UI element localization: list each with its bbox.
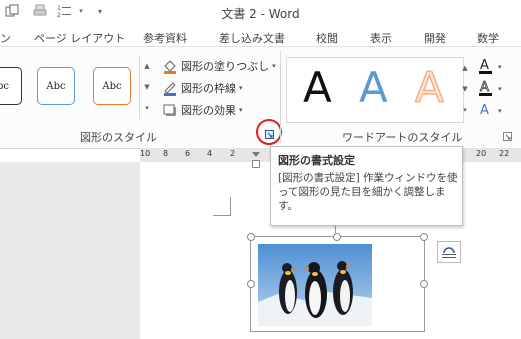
- ruler-number: 8: [163, 149, 169, 158]
- layout-options-button[interactable]: [437, 241, 461, 263]
- shape-effects-label: 図形の効果: [181, 104, 236, 117]
- ruler-number: 20: [476, 149, 487, 158]
- chevron-down-icon: ▾: [272, 62, 276, 70]
- tab-view[interactable]: 表示: [370, 30, 392, 46]
- indent-marker-icon[interactable]: [252, 152, 260, 157]
- dialog-launcher-icon[interactable]: [503, 131, 512, 141]
- svg-text:▾: ▾: [498, 63, 502, 71]
- ribbon-tabs: ン ページ レイアウト 参考資料 差し込み文書 校閲 表示 開発 数学: [0, 24, 521, 48]
- chevron-down-icon: ▾: [239, 106, 243, 114]
- wordart-letter: A: [303, 63, 332, 112]
- tab-insert[interactable]: ン: [0, 30, 11, 46]
- gallery-down-icon[interactable]: ▼: [140, 76, 154, 97]
- resize-handle[interactable]: [247, 233, 255, 241]
- wordart-styles-group-label: ワードアートのスタイル: [342, 131, 463, 144]
- pencil-icon: [162, 80, 178, 96]
- resize-handle[interactable]: [420, 280, 428, 288]
- text-outline-button[interactable]: A ▾: [478, 79, 518, 97]
- tooltip-body: [図形の書式設定] 作業ウィンドウを使って図形の見た目を細かく調整します。: [278, 172, 458, 212]
- svg-text:▾: ▾: [498, 107, 502, 115]
- shape-style-blue[interactable]: Abc: [37, 67, 75, 105]
- ribbon: bc Abc Abc ▲ ▼ ▾ 図形の塗りつぶし ▾ 図形の枠線 ▾ 図形の効…: [0, 46, 521, 149]
- gallery-down-icon[interactable]: ▼: [459, 78, 471, 99]
- resize-handle[interactable]: [247, 280, 255, 288]
- shape-style-orange[interactable]: Abc: [93, 67, 131, 105]
- tooltip-title: 図形の書式設定: [278, 154, 355, 167]
- resize-handle[interactable]: [333, 233, 341, 241]
- paint-bucket-icon: [162, 58, 178, 74]
- gallery-up-icon[interactable]: ▲: [459, 57, 471, 78]
- shape-fill-button[interactable]: 図形の塗りつぶし ▾: [162, 57, 276, 75]
- resize-handle[interactable]: [420, 233, 428, 241]
- margin-corner-mark: [213, 197, 231, 216]
- svg-text:▾: ▾: [498, 85, 502, 93]
- tab-review[interactable]: 校閲: [316, 30, 338, 46]
- wordart-gallery-scroll: ▲ ▼ ▾: [459, 57, 471, 121]
- tooltip: 図形の書式設定 [図形の書式設定] 作業ウィンドウを使って図形の見た目を細かく調…: [270, 146, 463, 226]
- ruler-number: 22: [499, 149, 510, 158]
- penguins-photo: [258, 244, 372, 326]
- tab-math[interactable]: 数学: [477, 30, 499, 46]
- dialog-launcher-icon[interactable]: [265, 129, 274, 139]
- hanging-indent-icon[interactable]: [252, 160, 260, 168]
- wordart-letter: A: [359, 63, 388, 112]
- ruler-number: 4: [207, 149, 213, 158]
- shape-styles-group-label: 図形のスタイル: [80, 131, 157, 144]
- text-fill-button[interactable]: A ▾: [478, 57, 518, 75]
- wordart-gallery: A A A: [286, 57, 464, 123]
- text-effects-icon: A ▾: [480, 103, 502, 118]
- tab-developer[interactable]: 開発: [424, 30, 446, 46]
- shape-style-label: bc: [0, 80, 9, 92]
- text-fill-icon: A ▾: [479, 58, 502, 74]
- chevron-down-icon: ▾: [239, 84, 243, 92]
- wordart-letter: A: [414, 62, 444, 113]
- wordart-style-orange[interactable]: A: [414, 60, 444, 116]
- shape-style-label: Abc: [46, 80, 66, 92]
- shape-effects-button[interactable]: 図形の効果 ▾: [162, 101, 243, 119]
- svg-text:A: A: [480, 80, 489, 95]
- ruler-number: 2: [230, 149, 236, 158]
- shape-style-dark[interactable]: bc: [0, 67, 22, 105]
- svg-text:A: A: [480, 103, 489, 118]
- tab-references[interactable]: 参考資料: [143, 30, 187, 46]
- shape-outline-button[interactable]: 図形の枠線 ▾: [162, 79, 243, 97]
- ruler-number: 6: [185, 149, 191, 158]
- shape-effects-icon: [162, 102, 178, 118]
- layout-options-icon: [442, 247, 456, 258]
- title-bar: 12 ▾ ▾ 文書 2 - Word: [0, 0, 521, 24]
- shape-style-label: Abc: [102, 80, 122, 92]
- svg-text:A: A: [480, 58, 489, 73]
- text-outline-icon: A ▾: [479, 80, 502, 96]
- shape-fill-label: 図形の塗りつぶし: [181, 60, 270, 73]
- wordart-style-black[interactable]: A: [303, 60, 332, 116]
- shape-outline-label: 図形の枠線: [181, 82, 236, 95]
- shape-gallery-scroll: ▲ ▼ ▾: [139, 55, 154, 119]
- window-title: 文書 2 - Word: [221, 7, 300, 21]
- ruler-number: 10: [140, 149, 151, 158]
- gallery-more-icon[interactable]: ▾: [459, 99, 471, 120]
- tab-page-layout[interactable]: ページ レイアウト: [34, 30, 125, 46]
- gallery-up-icon[interactable]: ▲: [140, 55, 154, 76]
- gallery-more-icon[interactable]: ▾: [140, 97, 154, 118]
- tab-mailings[interactable]: 差し込み文書: [219, 30, 285, 46]
- text-effects-button[interactable]: A ▾: [478, 101, 518, 119]
- wordart-style-blue[interactable]: A: [359, 60, 388, 116]
- group-separator: [280, 51, 281, 143]
